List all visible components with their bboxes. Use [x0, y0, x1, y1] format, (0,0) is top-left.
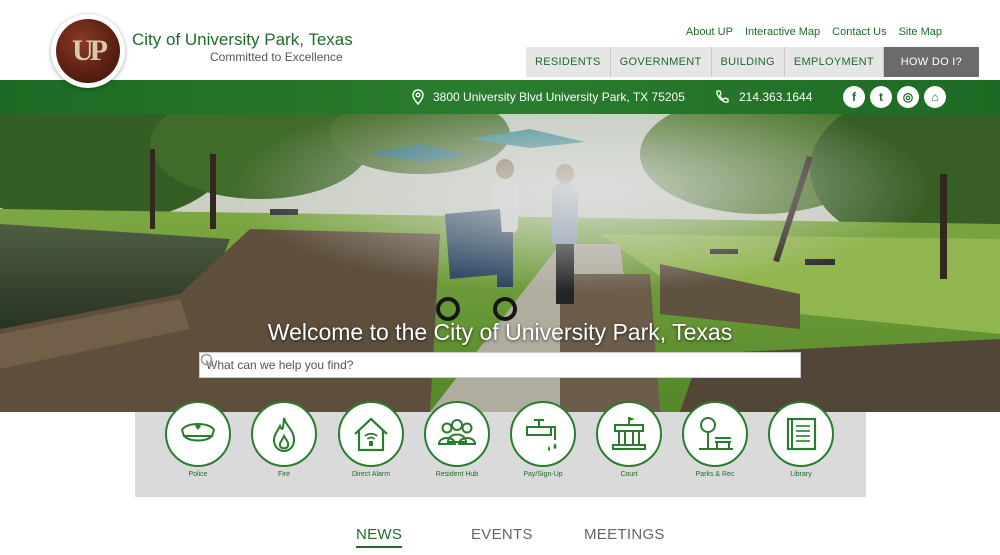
- tab-news[interactable]: NEWS: [356, 526, 403, 548]
- contact-bar: 3800 University Blvd University Park, TX…: [0, 80, 1000, 114]
- quick-link-parks-rec[interactable]: Parks & Rec: [682, 401, 748, 478]
- phone-icon: [716, 90, 729, 103]
- quick-link-direct-alarm[interactable]: Direct Alarm: [338, 401, 404, 478]
- police-cap-icon: [180, 423, 216, 442]
- search-icon[interactable]: [200, 353, 216, 369]
- quick-link-label: Resident Hub: [435, 471, 479, 478]
- util-link-site-map[interactable]: Site Map: [899, 26, 942, 38]
- site-title[interactable]: City of University Park, Texas: [132, 30, 353, 50]
- nextdoor-icon[interactable]: ⌂: [924, 86, 946, 108]
- quick-link-label: Direct Alarm: [351, 471, 391, 478]
- util-link-interactive-map[interactable]: Interactive Map: [745, 26, 820, 38]
- quick-link-court[interactable]: Court: [596, 401, 662, 478]
- quick-link-circle: [682, 401, 748, 467]
- content-tabs: NEWS EVENTS MEETINGS: [0, 520, 1000, 555]
- house-alarm-icon: [354, 417, 388, 452]
- quick-link-label: Parks & Rec: [695, 471, 735, 478]
- site-header: UP City of University Park, Texas Commit…: [0, 0, 1000, 88]
- quick-link-circle: [251, 401, 317, 467]
- welcome-heading: Welcome to the City of University Park, …: [267, 319, 733, 345]
- page: UP City of University Park, Texas Commit…: [0, 0, 1000, 555]
- courthouse-icon: [612, 417, 646, 450]
- instagram-icon[interactable]: ◎: [897, 86, 919, 108]
- quick-link-label: Court: [620, 471, 638, 478]
- nav-residents[interactable]: RESIDENTS: [526, 47, 611, 77]
- quick-link-circle: [338, 401, 404, 467]
- phone-text: 214.363.1644: [739, 90, 813, 104]
- quick-link-library[interactable]: Library: [768, 401, 834, 478]
- main-nav: RESIDENTS GOVERNMENT BUILDING EMPLOYMENT…: [526, 47, 979, 77]
- search-box: [199, 352, 801, 378]
- book-icon: [786, 417, 817, 451]
- quick-link-fire[interactable]: Fire: [251, 401, 317, 478]
- quick-link-resident-hub[interactable]: Resident Hub: [424, 401, 490, 478]
- site-tagline: Committed to Excellence: [210, 50, 343, 64]
- quick-link-pay-signup[interactable]: Pay/Sign-Up: [510, 401, 576, 478]
- quick-links-panel: Police Fire Direct Alarm Resident Hub Pa…: [135, 401, 866, 497]
- water-faucet-icon: [526, 418, 557, 451]
- people-icon: [437, 419, 477, 445]
- hero-banner: Welcome to the City of University Park, …: [0, 114, 1000, 412]
- nav-building[interactable]: BUILDING: [711, 47, 785, 77]
- quick-link-circle: [510, 401, 576, 467]
- quick-link-circle: [596, 401, 662, 467]
- quick-link-circle: [165, 401, 231, 467]
- address-text: 3800 University Blvd University Park, TX…: [433, 90, 685, 104]
- util-link-contact[interactable]: Contact Us: [832, 26, 886, 38]
- logo-mark: UP: [56, 19, 120, 83]
- nav-government[interactable]: GOVERNMENT: [610, 47, 712, 77]
- utility-nav: About UP Interactive Map Contact Us Site…: [686, 26, 942, 38]
- address[interactable]: 3800 University Blvd University Park, TX…: [412, 89, 685, 105]
- facebook-icon[interactable]: f: [843, 86, 865, 108]
- tab-events[interactable]: EVENTS: [471, 526, 533, 543]
- quick-link-label: Police: [188, 471, 208, 478]
- flame-icon: [272, 417, 296, 453]
- map-pin-icon: [412, 89, 424, 105]
- tab-meetings[interactable]: MEETINGS: [584, 526, 665, 543]
- quick-link-label: Fire: [277, 471, 291, 478]
- quick-link-circle: [768, 401, 834, 467]
- quick-link-police[interactable]: Police: [165, 401, 231, 478]
- search-input[interactable]: [200, 353, 760, 377]
- city-logo[interactable]: UP: [51, 14, 125, 88]
- nav-employment[interactable]: EMPLOYMENT: [784, 47, 884, 77]
- phone[interactable]: 214.363.1644: [714, 89, 812, 105]
- util-link-about[interactable]: About UP: [686, 26, 733, 38]
- quick-link-label: Library: [790, 471, 812, 478]
- quick-link-circle: [424, 401, 490, 467]
- twitter-icon[interactable]: t: [870, 86, 892, 108]
- how-do-i-button[interactable]: HOW DO I?: [883, 47, 979, 77]
- quick-link-label: Pay/Sign-Up: [523, 471, 563, 478]
- social-links: f t ◎ ⌂: [843, 86, 946, 108]
- park-bench-icon: [699, 417, 733, 450]
